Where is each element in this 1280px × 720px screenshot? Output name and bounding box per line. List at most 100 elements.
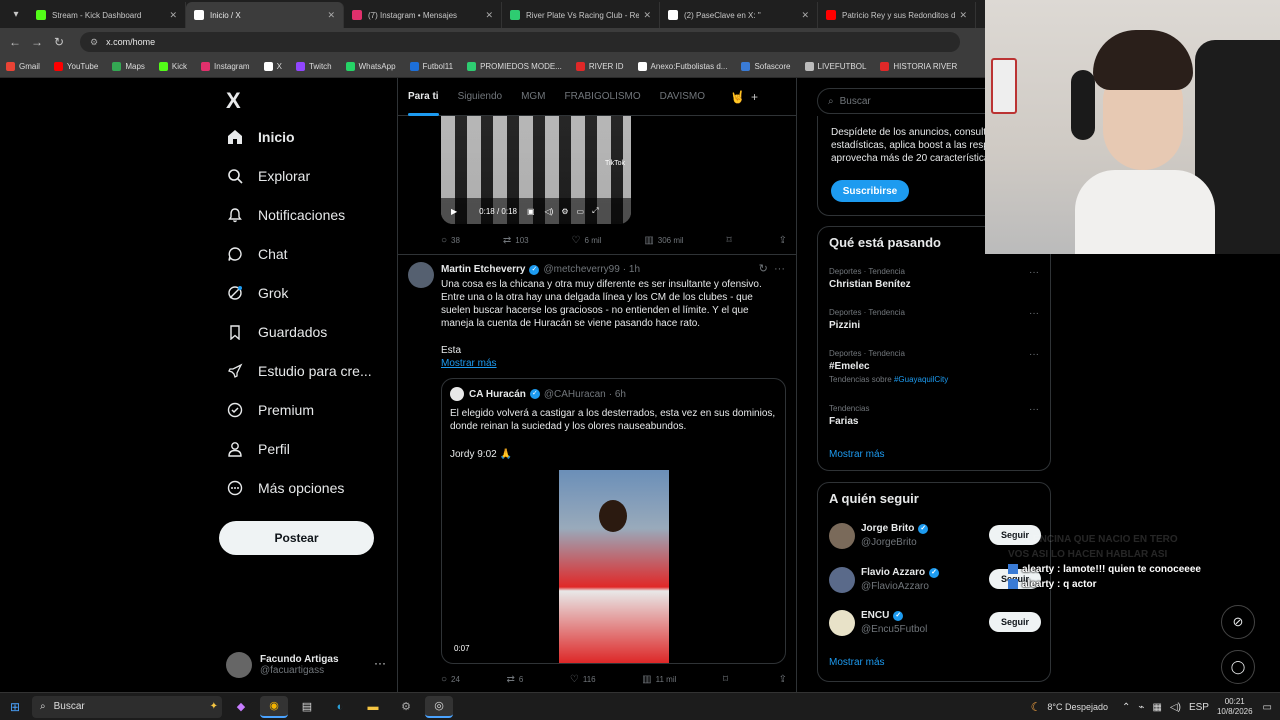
bookmark[interactable]: X (263, 62, 282, 71)
more-dots-icon[interactable]: ··· (1029, 404, 1039, 415)
close-icon[interactable]: ✕ (959, 10, 967, 21)
nav-item-guardados[interactable]: Guardados (226, 323, 327, 341)
more-dots-icon[interactable]: ··· (1029, 349, 1039, 360)
share-button[interactable]: ⇪ (779, 674, 791, 685)
browser-tab[interactable]: Patricio Rey y sus Redonditos d ✕ (818, 2, 976, 28)
network-icon[interactable]: ▦ (1152, 702, 1161, 713)
video-player[interactable]: ▶ 0:18 / 0:18 ▣ ◁) ⚙ ▭ ⤢ TikTok (441, 116, 631, 224)
pip-icon[interactable]: ▭ (577, 207, 585, 216)
bookmark[interactable]: PROMIEDOS MODE... (467, 62, 562, 71)
share-button[interactable]: ⇪ (779, 235, 791, 246)
bookmark[interactable]: Gmail (6, 62, 40, 71)
bookmark[interactable]: YouTube (53, 62, 98, 71)
trend-item[interactable]: Deportes · Tendencia Pizzini ··· (829, 308, 1039, 331)
bookmark-button[interactable]: ⌑ (723, 674, 732, 685)
hand-emoji-icon[interactable]: 🤘 (730, 90, 745, 104)
trend-item[interactable]: Deportes · Tendencia Christian Benítez ·… (829, 267, 1039, 290)
bookmark-button[interactable]: ⌑ (727, 235, 736, 246)
bookmark[interactable]: RIVER ID (575, 62, 624, 71)
bookmark[interactable]: Instagram (201, 62, 250, 71)
avatar[interactable] (408, 262, 434, 288)
nav-item-perfil[interactable]: Perfil (226, 440, 290, 458)
bookmark[interactable]: WhatsApp (345, 62, 396, 71)
volume-icon[interactable]: ◁) (545, 207, 554, 216)
chrome-icon[interactable]: ◉ (260, 695, 288, 718)
tab-para-ti[interactable]: Para ti (408, 78, 439, 116)
show-more-link[interactable]: Mostrar más (829, 657, 885, 668)
browser-tab[interactable]: River Plate Vs Racing Club - Re ✕ (502, 2, 660, 28)
reply-button[interactable]: ○ 24 (441, 674, 460, 685)
chevron-up-icon[interactable]: ⌃ (1122, 702, 1130, 713)
tab-mgm[interactable]: MGM (521, 78, 545, 116)
url-input[interactable]: ⚙ x.com/home (80, 32, 960, 52)
nav-item-estudio[interactable]: Estudio para cre... (226, 362, 372, 380)
x-logo-icon[interactable]: X (226, 88, 241, 114)
close-icon[interactable]: ✕ (327, 10, 335, 21)
copilot-icon[interactable]: ◆ (227, 696, 255, 718)
reload-icon[interactable]: ↻ (48, 35, 70, 49)
usb-icon[interactable]: ⌁ (1138, 702, 1144, 713)
bookmark[interactable]: Futbol11 (409, 62, 453, 71)
nav-item-inicio[interactable]: Inicio (226, 128, 295, 146)
bookmark[interactable]: Anexo:Futbolistas d... (637, 62, 727, 71)
clock[interactable]: 00:21 10/8/2026 (1217, 697, 1253, 717)
notification-icon[interactable]: ▭ (1263, 702, 1272, 713)
weather-widget[interactable]: ☾ 8°C Despejado (1031, 700, 1108, 714)
windows-start-icon[interactable]: ⊞ (0, 700, 30, 714)
bookmark[interactable]: LIVEFUTBOL (804, 62, 866, 71)
close-icon[interactable]: ✕ (643, 10, 651, 21)
follow-button[interactable]: Seguir (989, 612, 1041, 632)
edge-icon[interactable]: ◐ (326, 696, 354, 718)
close-icon[interactable]: ✕ (801, 10, 809, 21)
bookmark[interactable]: Twitch (295, 62, 332, 71)
close-icon[interactable]: ✕ (169, 10, 177, 21)
browser-tab[interactable]: Stream - Kick Dashboard ✕ (28, 2, 186, 28)
grok-float-button[interactable]: ⊘ (1221, 605, 1255, 639)
settings-icon[interactable]: ⚙ (561, 207, 568, 216)
bookmark[interactable]: HISTORIA RIVER (880, 62, 957, 71)
taskbar-search[interactable]: ⌕ Buscar ✦ (32, 695, 222, 718)
nav-item-notificaciones[interactable]: Notificaciones (226, 206, 345, 224)
trend-item[interactable]: Deportes · Tendencia #Emelec Tendencias … (829, 349, 1039, 384)
like-button[interactable]: ♡ 116 (570, 674, 596, 685)
captions-icon[interactable]: ▣ (527, 207, 535, 216)
views-button[interactable]: ▥ 306 mil (644, 235, 683, 246)
bookmark[interactable]: Maps (112, 62, 145, 71)
video-player[interactable] (559, 470, 669, 663)
bookmark[interactable]: Sofascore (741, 62, 791, 71)
file-explorer-icon[interactable]: ▬ (359, 696, 387, 718)
nav-item-chat[interactable]: Chat (226, 245, 288, 263)
tab-search-icon[interactable]: ▾ (4, 4, 28, 24)
tab-frabigolismo[interactable]: FRABIGOLISMO (565, 78, 641, 116)
views-button[interactable]: ▥ 11 mil (642, 674, 676, 685)
messages-float-button[interactable]: ◯ (1221, 650, 1255, 684)
nav-item-mas-opciones[interactable]: Más opciones (226, 479, 344, 497)
reply-button[interactable]: ○ 38 (441, 235, 460, 246)
repost-button[interactable]: ⇄ 6 (507, 674, 524, 685)
settings-icon[interactable]: ⚙ (392, 696, 420, 718)
nav-item-explorar[interactable]: Explorar (226, 167, 310, 185)
tab-siguiendo[interactable]: Siguiendo (458, 78, 502, 116)
browser-tab[interactable]: (2) PaseClave en X: " ✕ (660, 2, 818, 28)
forward-icon[interactable]: → (26, 35, 48, 49)
nav-item-grok[interactable]: Grok (226, 284, 288, 302)
tab-davismo[interactable]: DAVISMO (660, 78, 705, 116)
more-dots-icon[interactable]: ··· (374, 656, 386, 670)
site-info-icon[interactable]: ⚙ (90, 37, 98, 48)
account-switcher[interactable]: Facundo Artigas @facuartigass ··· (226, 650, 386, 680)
follow-suggestion[interactable]: ENCU ✓ @Encu5Futbol Seguir (829, 608, 1041, 638)
show-more-link[interactable]: Mostrar más (441, 358, 497, 369)
play-icon[interactable]: ▶ (451, 207, 457, 216)
close-icon[interactable]: ✕ (485, 10, 493, 21)
show-more-link[interactable]: Mostrar más (829, 449, 885, 460)
more-dots-icon[interactable]: ↻ ··· (759, 262, 785, 275)
nav-item-premium[interactable]: Premium (226, 401, 314, 419)
fullscreen-icon[interactable]: ⤢ (592, 206, 598, 216)
quoted-tweet[interactable]: CA Huracán ✓ @CAHuracan · 6h El elegido … (441, 378, 786, 664)
subscribe-button[interactable]: Suscribirse (831, 180, 909, 202)
volume-icon[interactable]: ◁) (1170, 702, 1181, 713)
post-button[interactable]: Postear (219, 521, 374, 555)
back-icon[interactable]: ← (4, 35, 26, 49)
obs-icon[interactable]: ◎ (425, 695, 453, 718)
bookmark[interactable]: Kick (158, 62, 187, 71)
